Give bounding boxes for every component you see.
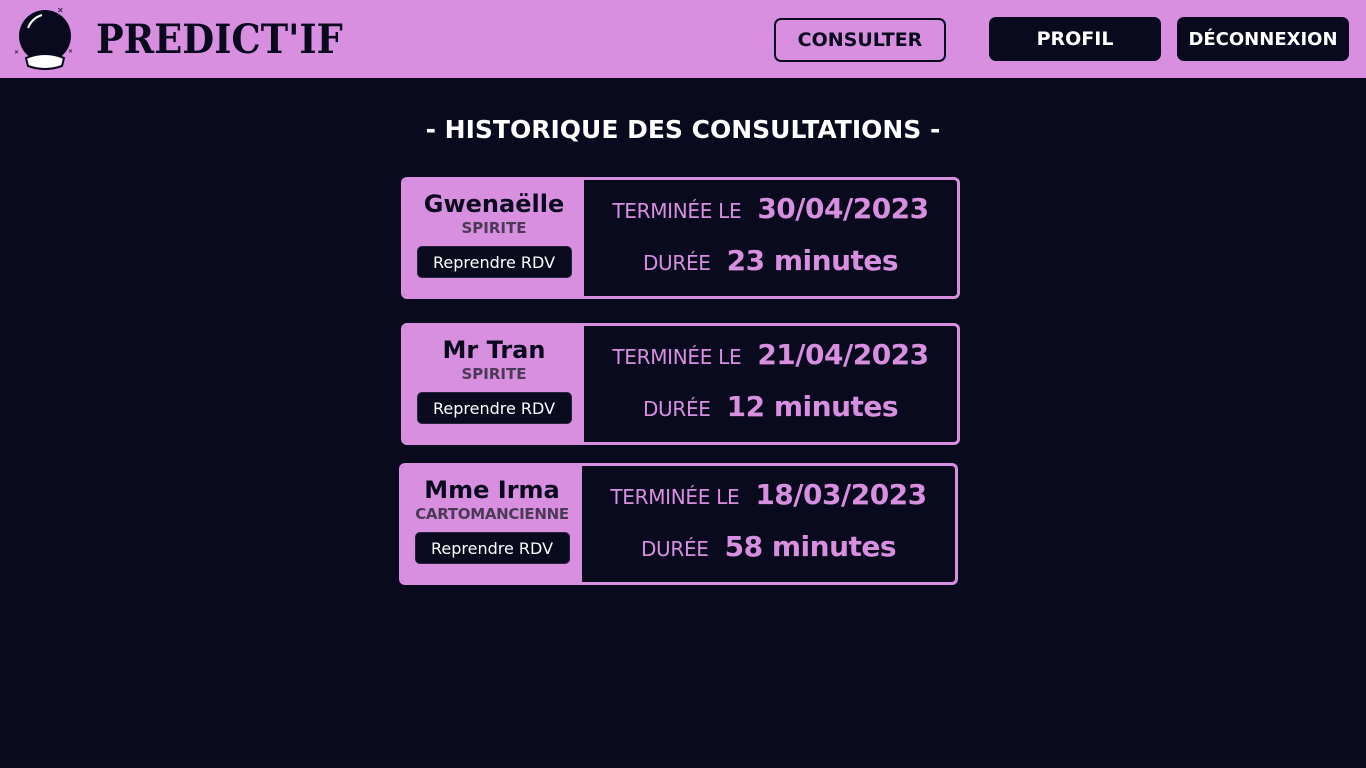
date-row: TERMINÉE LE 30/04/2023 — [612, 192, 929, 244]
astrologer-panel: Mme Irma CARTOMANCIENNE Reprendre RDV — [402, 466, 582, 582]
consultation-details: TERMINÉE LE 18/03/2023 DURÉE 58 minutes — [582, 466, 955, 582]
medium-name: Gwenaëlle — [423, 190, 565, 218]
crystal-ball-icon[interactable]: ✕ ✕ ✕ — [14, 6, 76, 72]
terminee-label: TERMINÉE LE — [610, 485, 740, 509]
consultation-duration: 12 minutes — [726, 390, 899, 423]
duration-row: DURÉE 58 minutes — [640, 530, 897, 582]
consulter-button[interactable]: CONSULTER — [774, 18, 946, 62]
profil-button[interactable]: PROFIL — [989, 17, 1161, 61]
consultation-date: 21/04/2023 — [757, 338, 929, 371]
svg-text:✕: ✕ — [14, 49, 19, 56]
reprendre-rdv-button[interactable]: Reprendre RDV — [414, 532, 570, 564]
date-row: TERMINÉE LE 21/04/2023 — [612, 338, 929, 390]
medium-name: Mr Tran — [442, 336, 546, 364]
consultation-duration: 23 minutes — [726, 244, 899, 277]
consultation-details: TERMINÉE LE 30/04/2023 DURÉE 23 minutes — [584, 180, 957, 296]
page-title: - HISTORIQUE DES CONSULTATIONS - — [425, 115, 941, 144]
svg-text:✕: ✕ — [68, 48, 73, 55]
astrologer-panel: Gwenaëlle SPIRITE Reprendre RDV — [404, 180, 584, 296]
consultation-details: TERMINÉE LE 21/04/2023 DURÉE 12 minutes — [584, 326, 957, 442]
header: ✕ ✕ ✕ PREDICT'IF CONSULTER PROFIL DÉCONN… — [0, 0, 1366, 78]
astrologer-panel: Mr Tran SPIRITE Reprendre RDV — [404, 326, 584, 442]
reprendre-rdv-button[interactable]: Reprendre RDV — [416, 246, 572, 278]
consultation-duration: 58 minutes — [724, 530, 897, 563]
terminee-label: TERMINÉE LE — [612, 199, 742, 223]
consultation-card: Mme Irma CARTOMANCIENNE Reprendre RDV TE… — [399, 463, 958, 585]
svg-text:✕: ✕ — [57, 6, 64, 15]
duree-label: DURÉE — [642, 397, 711, 421]
consultation-card: Gwenaëlle SPIRITE Reprendre RDV TERMINÉE… — [401, 177, 960, 299]
consultation-date: 18/03/2023 — [755, 478, 927, 511]
duration-row: DURÉE 23 minutes — [642, 244, 899, 296]
medium-name: Mme Irma — [424, 476, 560, 504]
consultation-card: Mr Tran SPIRITE Reprendre RDV TERMINÉE L… — [401, 323, 960, 445]
date-row: TERMINÉE LE 18/03/2023 — [610, 478, 927, 530]
reprendre-rdv-button[interactable]: Reprendre RDV — [416, 392, 572, 424]
consultation-date: 30/04/2023 — [757, 192, 929, 225]
medium-type: SPIRITE — [461, 219, 527, 237]
duree-label: DURÉE — [640, 537, 709, 561]
terminee-label: TERMINÉE LE — [612, 345, 742, 369]
medium-type: CARTOMANCIENNE — [415, 505, 569, 523]
duration-row: DURÉE 12 minutes — [642, 390, 899, 442]
medium-type: SPIRITE — [461, 365, 527, 383]
duree-label: DURÉE — [642, 251, 711, 275]
deconnexion-button[interactable]: DÉCONNEXION — [1177, 17, 1349, 61]
brand-title[interactable]: PREDICT'IF — [96, 14, 343, 66]
